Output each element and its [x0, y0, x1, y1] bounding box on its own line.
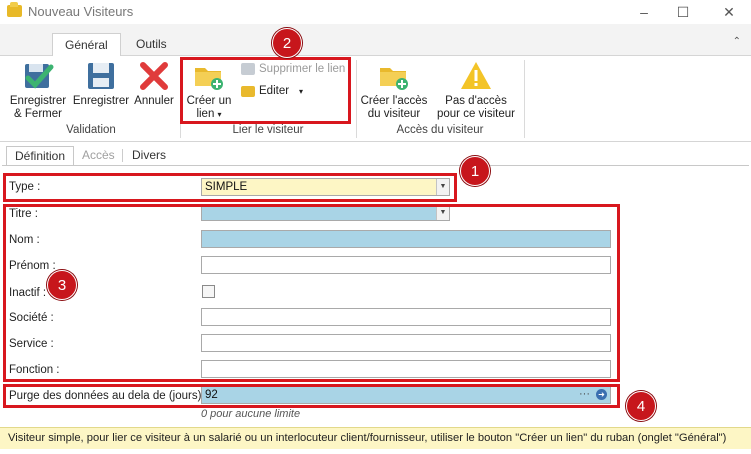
create-access-button[interactable]: Créer l'accès du visiteur — [358, 60, 430, 121]
tab-definition[interactable]: Définition — [6, 146, 75, 166]
annotation-box-2 — [180, 57, 351, 124]
cancel-label: Annuler — [134, 95, 174, 107]
save-label: Enregistrer — [72, 95, 130, 107]
save-button[interactable]: Enregistrer — [72, 60, 130, 108]
tab-separator — [122, 149, 123, 162]
ribbon-separator — [356, 60, 357, 138]
save-close-label: Enregistrer & Fermer — [9, 95, 67, 120]
create-access-label: Créer l'accès du visiteur — [360, 95, 428, 120]
cancel-button[interactable]: Annuler — [132, 60, 176, 108]
tab-divers[interactable]: Divers — [124, 146, 174, 166]
ribbon-separator — [524, 60, 525, 138]
tab-outils[interactable]: Outils — [124, 33, 179, 56]
annotation-badge-4: 4 — [626, 391, 656, 421]
minimize-button[interactable]: – — [633, 2, 655, 22]
folder-app-icon — [7, 2, 22, 17]
tab-content-border — [2, 165, 749, 166]
purge-hint: 0 pour aucune limite — [201, 408, 301, 420]
annotation-box-4 — [3, 384, 620, 408]
window-title: Nouveau Visiteurs — [28, 4, 134, 19]
annotation-badge-1: 1 — [460, 156, 490, 186]
title-bar: Nouveau Visiteurs – ☐ ✕ — [0, 0, 751, 24]
status-bar: Visiteur simple, pour lier ce visiteur à… — [0, 427, 751, 449]
maximize-button[interactable]: ☐ — [672, 2, 694, 22]
annotation-badge-3: 3 — [47, 270, 77, 300]
page-tab-strip: Définition Accès Divers — [0, 144, 751, 166]
annotation-box-3 — [3, 204, 620, 382]
no-access-button[interactable]: Pas d'accès pour ce visiteur — [434, 60, 518, 121]
cancel-icon — [138, 60, 170, 92]
save-icon — [85, 60, 117, 92]
group-label-lier: Lier le visiteur — [232, 124, 304, 136]
tab-general[interactable]: Général — [52, 33, 121, 57]
close-button[interactable]: ✕ — [718, 2, 740, 22]
ribbon-collapse-icon[interactable]: ⌃ — [733, 36, 741, 47]
warning-icon — [460, 60, 492, 92]
ribbon-tab-strip: Général Outils ⌃ — [0, 24, 751, 57]
annotation-box-1 — [3, 173, 457, 202]
tab-acces[interactable]: Accès — [74, 146, 123, 166]
group-label-acces: Accès du visiteur — [396, 124, 484, 136]
no-access-label: Pas d'accès pour ce visiteur — [437, 95, 515, 120]
annotation-badge-2: 2 — [272, 28, 302, 58]
folder-add-icon — [378, 60, 410, 92]
ribbon: Enregistrer & Fermer Enregistrer Annuler … — [0, 56, 751, 142]
group-label-validation: Validation — [66, 124, 116, 136]
save-close-icon — [22, 60, 54, 92]
save-close-button[interactable]: Enregistrer & Fermer — [6, 60, 70, 121]
